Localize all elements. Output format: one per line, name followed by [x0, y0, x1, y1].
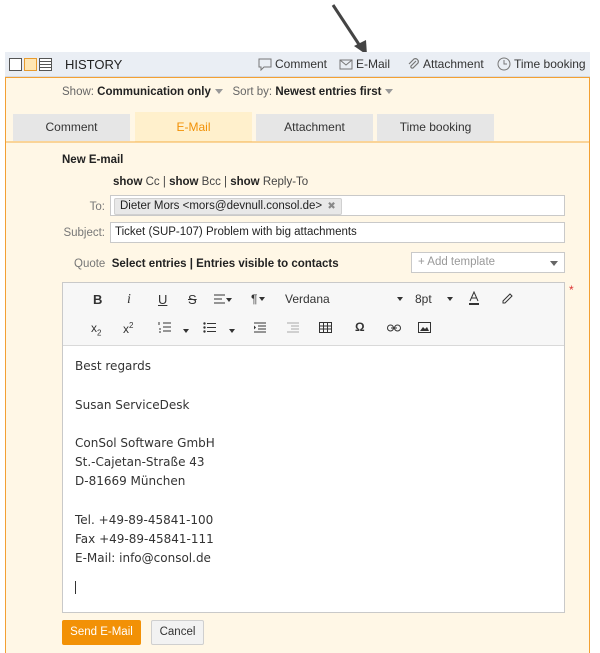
- chevron-down-icon[interactable]: [550, 261, 558, 266]
- cancel-button[interactable]: Cancel: [151, 620, 204, 645]
- header-comment-label: Comment: [275, 57, 328, 71]
- font-size-select[interactable]: 8pt: [415, 292, 432, 306]
- align-menu-button[interactable]: [213, 293, 232, 307]
- select-entries-link[interactable]: Select entries: [112, 258, 187, 270]
- header-time-booking-button[interactable]: Time booking: [497, 57, 586, 71]
- entries-visible-link[interactable]: Entries visible to contacts: [196, 258, 339, 270]
- paragraph-menu-button[interactable]: ¶: [251, 292, 266, 306]
- tab-divider: [6, 141, 589, 143]
- editor-toolbar: B i U S ¶ Verdana 8pt x2 x2 Ω: [63, 283, 564, 346]
- body-line: ConSol Software GmbH: [75, 436, 215, 450]
- layout-list-icon[interactable]: [39, 58, 52, 71]
- table-button[interactable]: [319, 322, 332, 336]
- body-line: D-81669 München: [75, 474, 186, 488]
- sort-select[interactable]: Newest entries first: [275, 86, 381, 98]
- header-attachment-button[interactable]: Attachment: [407, 57, 484, 71]
- chevron-down-icon[interactable]: [214, 89, 223, 94]
- tab-time-booking[interactable]: Time booking: [377, 114, 494, 141]
- font-size-chevron-icon[interactable]: [447, 292, 453, 306]
- envelope-icon: [339, 59, 353, 70]
- header-comment-button[interactable]: Comment: [258, 57, 328, 72]
- paperclip-icon: [408, 58, 419, 69]
- history-title: HISTORY: [65, 57, 123, 72]
- header-attachment-label: Attachment: [423, 57, 484, 71]
- subject-field[interactable]: Ticket (SUP-107) Problem with big attach…: [110, 222, 565, 243]
- image-icon: [418, 322, 431, 333]
- highlight-icon[interactable]: [500, 291, 513, 307]
- show-reply-to-link[interactable]: show Reply-To: [230, 176, 308, 188]
- indent-icon: [254, 322, 266, 333]
- tab-email[interactable]: E-Mail: [135, 112, 252, 142]
- font-family-select[interactable]: Verdana: [285, 292, 330, 306]
- layout-split-icon[interactable]: [24, 58, 37, 71]
- font-family-chevron-icon[interactable]: [397, 292, 403, 306]
- body-line: Best regards: [75, 359, 152, 373]
- form-title: New E-mail: [62, 154, 124, 166]
- to-label: To:: [89, 201, 105, 213]
- subject-label: Subject:: [63, 227, 105, 239]
- layout-single-icon[interactable]: [9, 58, 22, 71]
- align-icon: [214, 294, 225, 304]
- subscript-button[interactable]: x2: [91, 321, 101, 337]
- sort-label: Sort by:: [232, 86, 273, 98]
- remove-recipient-icon[interactable]: ✖: [327, 201, 335, 212]
- indent-button[interactable]: [253, 322, 266, 336]
- filter-bar: Show: Communication only Sort by: Newest…: [62, 86, 394, 98]
- template-placeholder: + Add template: [418, 256, 496, 268]
- special-char-button[interactable]: Ω: [355, 320, 365, 334]
- bullet-list-icon: [203, 322, 216, 333]
- body-line: Tel. +49-89-45841-100: [75, 513, 214, 527]
- table-icon: [319, 322, 332, 333]
- italic-button[interactable]: i: [127, 292, 131, 308]
- recipient-label: Dieter Mors <mors@devnull.consol.de>: [120, 200, 323, 212]
- recipient-chip[interactable]: Dieter Mors <mors@devnull.consol.de> ✖: [114, 198, 342, 215]
- link-button[interactable]: [387, 322, 401, 336]
- history-header: HISTORY Comment E-Mail Attachment Time b…: [5, 52, 590, 77]
- show-label: Show:: [62, 86, 94, 98]
- link-icon: [387, 324, 401, 332]
- numbered-list-icon: [158, 322, 171, 333]
- bold-button[interactable]: B: [93, 292, 102, 307]
- quote-row: Quote Select entries | Entries visible t…: [74, 258, 339, 270]
- numbered-list-button[interactable]: [158, 322, 171, 336]
- to-field[interactable]: Dieter Mors <mors@devnull.consol.de> ✖: [110, 195, 565, 216]
- text-cursor: [75, 581, 76, 594]
- chevron-down-icon[interactable]: [385, 89, 394, 94]
- show-fields-row: show Cc | show Bcc | show Reply-To: [113, 176, 309, 188]
- add-template-select[interactable]: + Add template: [411, 252, 565, 273]
- tab-attachment[interactable]: Attachment: [256, 114, 373, 141]
- comment-icon: [258, 58, 272, 72]
- send-email-button[interactable]: Send E-Mail: [62, 620, 141, 645]
- numbered-list-chevron-icon[interactable]: [183, 324, 189, 338]
- annotation-arrow-top: [331, 4, 367, 55]
- quote-label: Quote: [74, 258, 106, 270]
- header-email-label: E-Mail: [356, 57, 391, 71]
- header-time-booking-label: Time booking: [514, 57, 586, 71]
- superscript-button[interactable]: x2: [123, 321, 133, 336]
- bullet-list-chevron-icon[interactable]: [229, 324, 235, 338]
- bullet-list-button[interactable]: [203, 322, 216, 336]
- body-line: St.-Cajetan-Straße 43: [75, 455, 205, 469]
- image-button[interactable]: [418, 322, 431, 336]
- tab-comment[interactable]: Comment: [13, 114, 130, 141]
- underline-button[interactable]: U: [158, 292, 167, 307]
- body-line: Fax +49-89-45841-111: [75, 532, 214, 546]
- show-cc-link[interactable]: show Cc: [113, 176, 160, 188]
- body-line: Susan ServiceDesk: [75, 398, 190, 412]
- body-line: E-Mail: info@consol.de: [75, 551, 211, 565]
- show-bcc-link[interactable]: show Bcc: [169, 176, 221, 188]
- outdent-icon: [287, 322, 299, 333]
- outdent-button[interactable]: [286, 322, 299, 336]
- text-color-icon[interactable]: [468, 290, 480, 308]
- header-email-button[interactable]: E-Mail: [339, 57, 390, 71]
- subject-value: Ticket (SUP-107) Problem with big attach…: [115, 226, 357, 238]
- show-filter-select[interactable]: Communication only: [97, 86, 211, 98]
- strikethrough-button[interactable]: S: [188, 292, 197, 307]
- required-marker: *: [569, 283, 574, 297]
- clock-icon: [497, 57, 511, 71]
- email-editor: B i U S ¶ Verdana 8pt x2 x2 Ω Best regar…: [62, 282, 565, 613]
